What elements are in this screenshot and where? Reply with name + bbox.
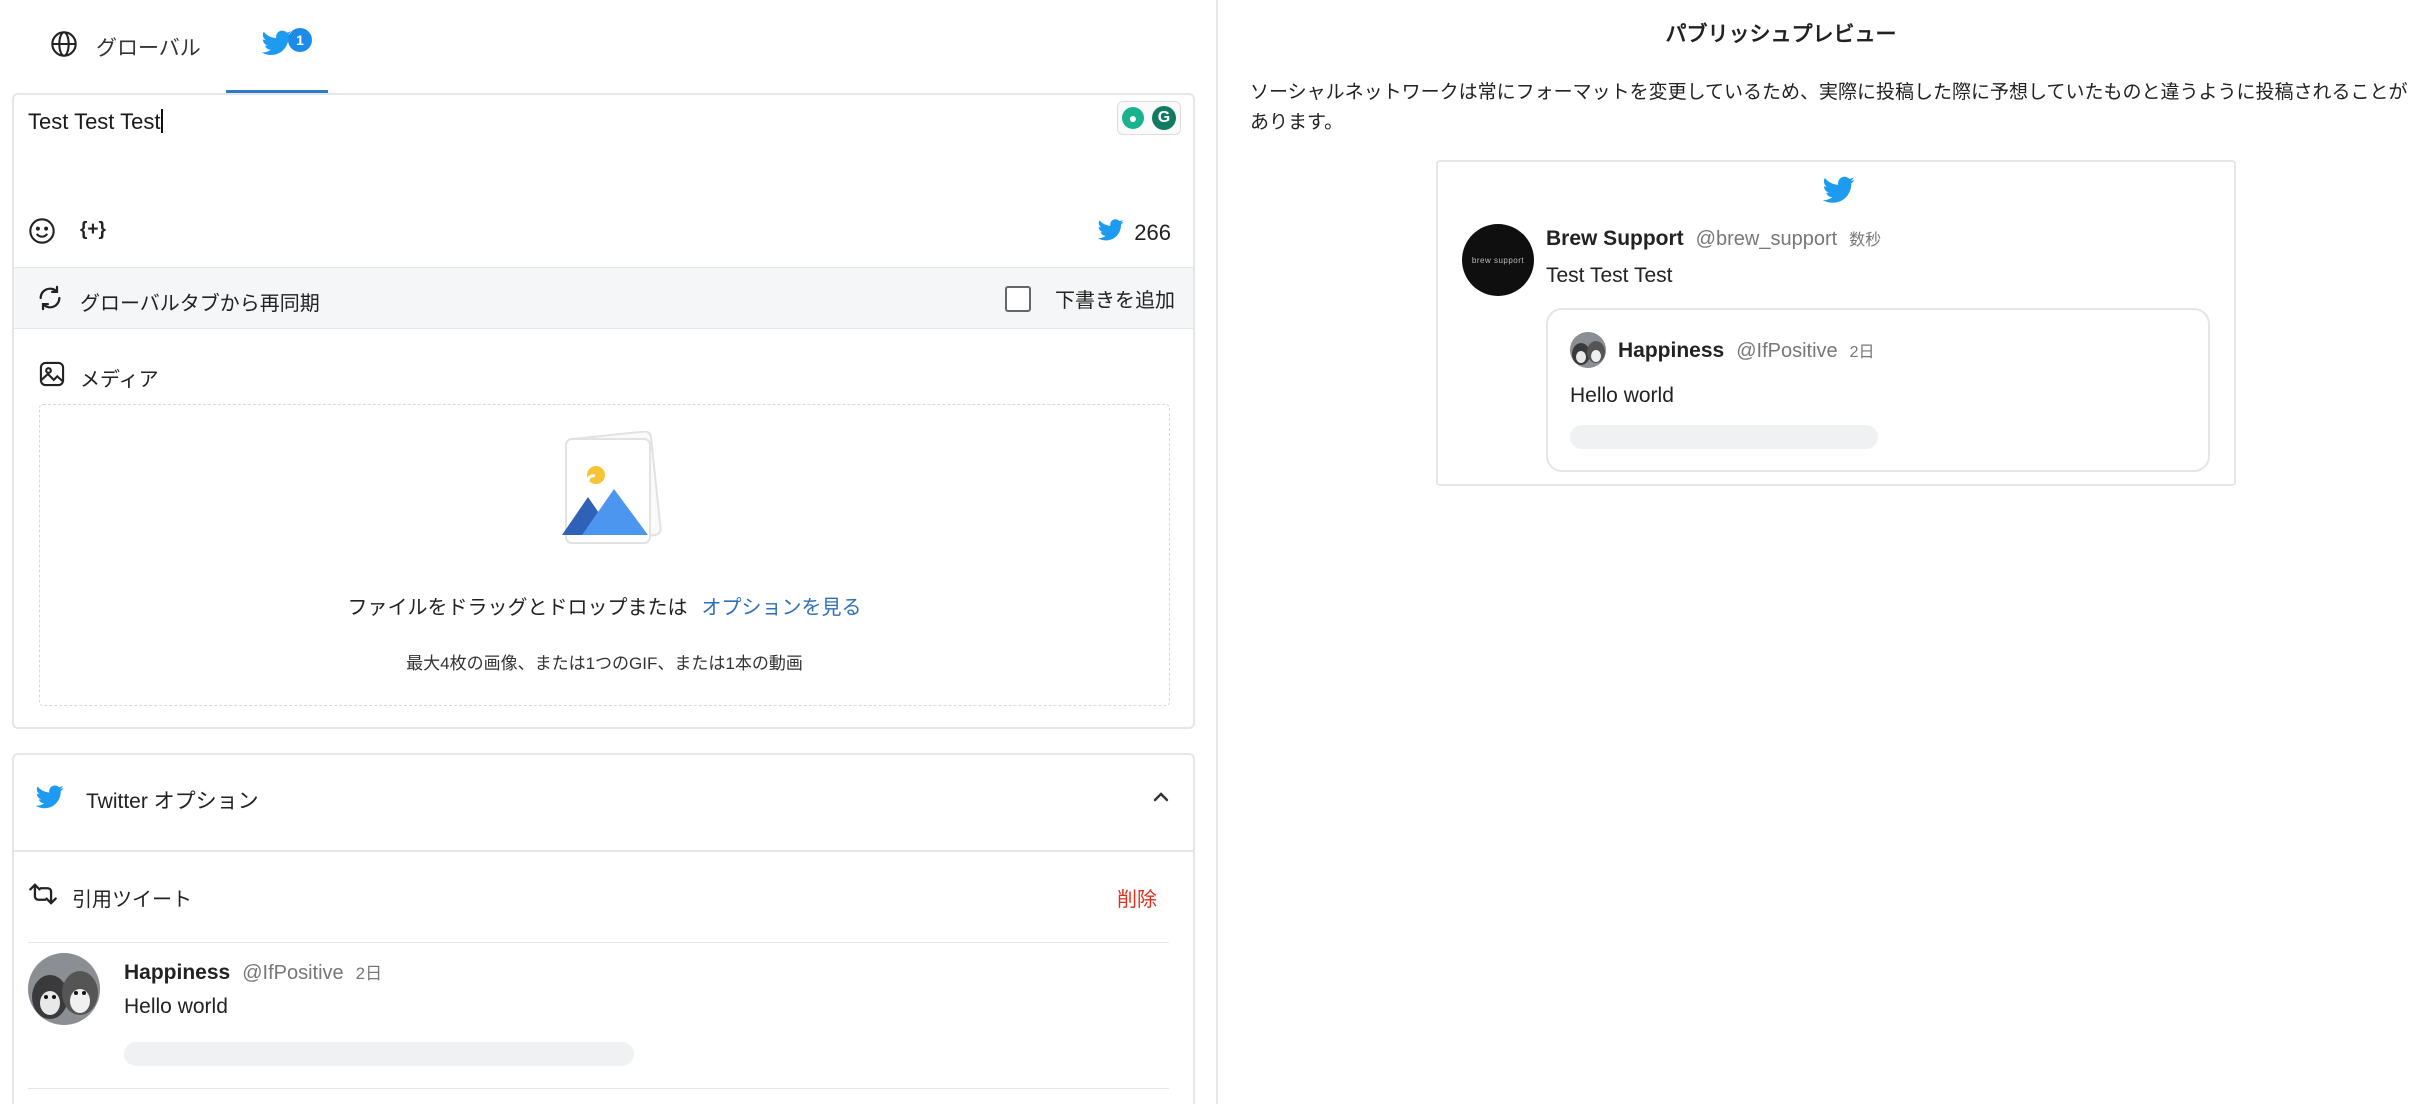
quoted-author: Happiness @IfPositive 2日	[1618, 338, 1875, 363]
media-dropzone[interactable]: ファイルをドラッグとドロップまたは オプションを見る 最大4枚の画像、または1つの…	[39, 404, 1170, 706]
tab-twitter[interactable]: 1	[226, 0, 328, 94]
avatar-logo-text: brew support	[1471, 255, 1525, 265]
media-limit-text: 最大4枚の画像、または1つのGIF、または1本の動画	[406, 654, 803, 673]
tab-global[interactable]: グローバル	[50, 0, 201, 94]
notification-badge: 1	[288, 28, 312, 52]
composer-box: Test Test Test ● G {+} 266 グローバルタブから再同期 …	[12, 93, 1195, 729]
network-tabs: グローバル 1	[14, 0, 1194, 94]
preview-author: Brew Support @brew_support 数秒	[1546, 226, 1881, 251]
tweet-text: Test Test Test	[28, 109, 161, 134]
draft-label: 下書きを追加	[1055, 290, 1175, 312]
globe-icon	[50, 30, 78, 64]
quote-tweet-header: 引用ツイート	[28, 881, 192, 913]
twitter-options-label: Twitter オプション	[86, 790, 259, 813]
twitter-icon	[1822, 176, 1855, 209]
composer-toolbar: {+} 266	[14, 213, 1193, 253]
author-name: Brew Support	[1546, 227, 1684, 250]
quoted-text: Hello world	[124, 995, 228, 1018]
quoted-name: Happiness	[124, 961, 231, 984]
grammarly-widget[interactable]: ● G	[1117, 101, 1181, 135]
quoted-handle: @IfPositive	[1736, 340, 1838, 362]
quoted-text: Hello world	[1570, 384, 1674, 407]
post-time: 数秒	[1849, 232, 1882, 249]
media-placeholder-bar	[1570, 425, 1878, 449]
preview-quoted-tweet: Happiness @IfPositive 2日 Hello world	[1546, 308, 2210, 472]
chevron-up-icon[interactable]	[1149, 785, 1173, 814]
author-handle: @brew_support	[1695, 228, 1838, 250]
divider	[28, 1088, 1169, 1089]
character-counter: 266	[1097, 219, 1171, 247]
media-header: メディア	[38, 360, 159, 394]
sync-icon	[36, 284, 64, 318]
view-options-link[interactable]: オプションを見る	[702, 597, 862, 619]
draft-checkbox[interactable]	[1005, 285, 1031, 312]
media-title: メディア	[80, 368, 159, 391]
twitter-options-title: Twitter オプション	[35, 785, 259, 815]
add-draft-toggle[interactable]: 下書きを追加	[1005, 284, 1175, 313]
twitter-options-header[interactable]: Twitter オプション	[14, 755, 1193, 852]
tweet-editor[interactable]: Test Test Test	[28, 109, 164, 135]
resync-bar: グローバルタブから再同期 下書きを追加	[14, 267, 1193, 329]
preview-tweet-text: Test Test Test	[1546, 264, 1673, 287]
remaining-characters: 266	[1134, 220, 1171, 245]
quote-tweet-label: 引用ツイート	[72, 888, 192, 911]
quoted-time: 2日	[1849, 344, 1875, 361]
resync-button[interactable]: グローバルタブから再同期	[36, 284, 320, 318]
text-caret	[161, 109, 164, 133]
twitter-icon	[35, 785, 64, 815]
composer-pane: グローバル 1 Test Test Test ● G {+} 266 グローバル…	[0, 0, 1218, 1104]
retweet-icon	[28, 881, 58, 913]
tweet-preview-card: brew support Brew Support @brew_support …	[1436, 160, 2236, 486]
quoted-author: Happiness @IfPositive 2日	[124, 959, 382, 985]
drop-text: ファイルをドラッグとドロップまたは	[347, 597, 688, 619]
quoted-name: Happiness	[1618, 339, 1725, 362]
bulb-icon[interactable]: ●	[1122, 107, 1144, 129]
twitter-icon	[1097, 219, 1124, 247]
preview-pane: パブリッシュプレビュー ソーシャルネットワークは常にフォーマットを変更しているた…	[1220, 0, 2422, 1104]
variable-insert-button[interactable]: {+}	[80, 219, 106, 241]
quoted-handle: @IfPositive	[242, 962, 344, 984]
resync-label: グローバルタブから再同期	[80, 292, 320, 315]
quoted-time: 2日	[355, 964, 383, 983]
upload-illustration-icon	[558, 430, 662, 552]
delete-quote-button[interactable]: 削除	[1117, 883, 1157, 912]
avatar	[28, 953, 100, 1025]
tab-global-label: グローバル	[96, 37, 201, 60]
media-placeholder-bar	[124, 1042, 634, 1066]
emoji-icon[interactable]	[28, 217, 56, 250]
twitter-icon	[261, 30, 292, 61]
preview-description: ソーシャルネットワークは常にフォーマットを変更しているため、実際に投稿した際に予…	[1250, 82, 2408, 133]
preview-title: パブリッシュプレビュー	[1665, 23, 1897, 46]
image-icon	[38, 360, 66, 394]
avatar: brew support	[1462, 224, 1534, 296]
divider	[28, 942, 1169, 943]
dropzone-instructions: ファイルをドラッグとドロップまたは オプションを見る	[40, 591, 1169, 620]
twitter-options-panel: Twitter オプション 引用ツイート 削除 Happiness @IfPos…	[12, 753, 1195, 1104]
avatar	[1570, 332, 1606, 368]
grammarly-icon[interactable]: G	[1152, 106, 1176, 130]
